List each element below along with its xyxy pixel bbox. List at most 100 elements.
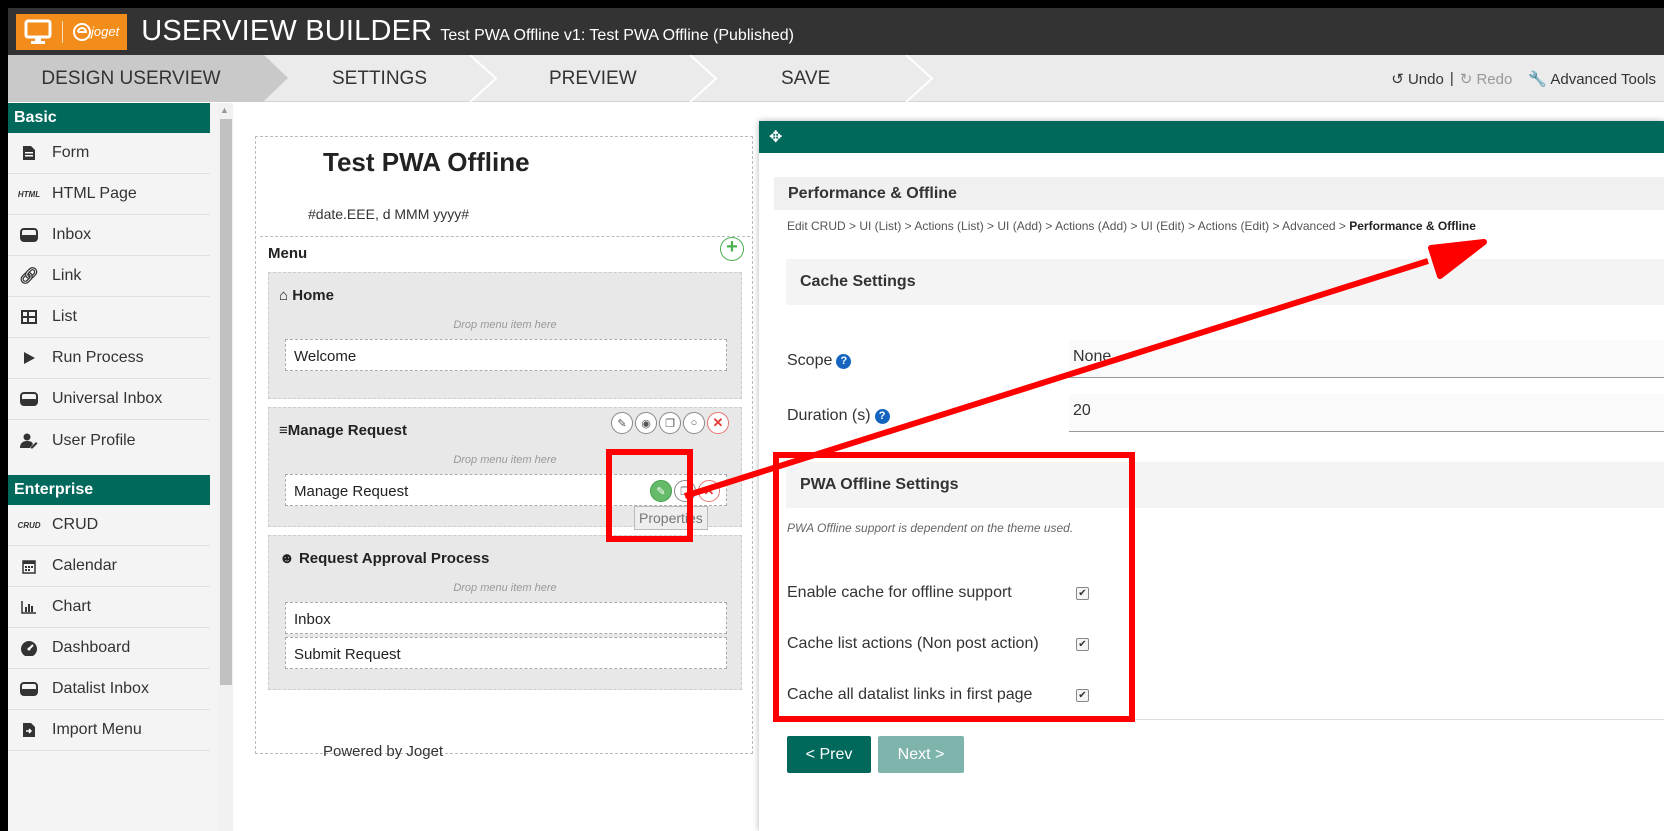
palette-item-label: Inbox bbox=[52, 226, 92, 243]
step-save[interactable]: SAVE bbox=[781, 55, 830, 102]
menu-category-request-approval[interactable]: ☻ Request Approval Process Drop menu ite… bbox=[268, 535, 742, 690]
logo[interactable]: joget bbox=[16, 13, 128, 50]
palette-item-label: Dashboard bbox=[52, 639, 131, 656]
link-icon: 🔗︎ bbox=[18, 268, 40, 285]
redo-icon: ↻ bbox=[1459, 70, 1473, 88]
palette-item-universal-inbox[interactable]: Universal Inbox bbox=[8, 379, 210, 420]
builder-tools: ↺ Undo | ↻ Redo 🔧 Advanced Tools bbox=[1391, 55, 1656, 102]
inbox-icon bbox=[16, 676, 42, 702]
add-category-button[interactable]: + bbox=[720, 237, 744, 261]
step-label: SETTINGS bbox=[332, 67, 428, 89]
comment-icon[interactable]: ○ bbox=[683, 412, 705, 434]
undo-label: Undo bbox=[1407, 70, 1444, 88]
duration-label: Duration (s)? bbox=[787, 407, 890, 425]
delete-icon[interactable]: ✕ bbox=[698, 480, 720, 502]
edit-icon[interactable]: ✎ bbox=[611, 412, 633, 434]
category-title-text: Manage Request bbox=[287, 422, 407, 439]
category-title: ≡Manage Request bbox=[279, 422, 407, 439]
step-label: PREVIEW bbox=[549, 67, 637, 89]
copy-icon[interactable]: ❐ bbox=[659, 412, 681, 434]
palette-item-label: Link bbox=[52, 267, 82, 284]
duration-input[interactable]: 20 bbox=[1069, 394, 1664, 432]
step-settings[interactable]: SETTINGS bbox=[332, 55, 427, 102]
app-header: joget USERVIEW BUILDER Test PWA Offline … bbox=[8, 8, 1664, 55]
annotation-highlight-pwa-settings bbox=[773, 452, 1135, 722]
palette-item-label: Import Menu bbox=[52, 721, 142, 738]
category-tools: ✎ ◉ ❐ ○ ✕ bbox=[611, 412, 729, 434]
menu-item[interactable]: Inbox bbox=[285, 602, 727, 634]
preview-icon[interactable]: ◉ bbox=[635, 412, 657, 434]
advanced-tools-button[interactable]: 🔧 Advanced Tools bbox=[1528, 70, 1656, 88]
joget-logo: joget bbox=[73, 22, 119, 41]
scope-label: Scope? bbox=[787, 352, 852, 370]
step-label: SAVE bbox=[781, 67, 831, 89]
delete-icon[interactable]: ✕ bbox=[707, 412, 729, 434]
palette-item-label: Calendar bbox=[52, 557, 117, 574]
drop-hint: Drop menu item here bbox=[453, 319, 557, 331]
palette-item-inbox[interactable]: Inbox bbox=[8, 215, 210, 256]
category-title-text: Home bbox=[292, 287, 334, 304]
help-icon[interactable]: ? bbox=[836, 354, 852, 369]
next-button[interactable]: Next > bbox=[878, 736, 964, 773]
palette-item-label: Universal Inbox bbox=[52, 390, 163, 407]
step-preview[interactable]: PREVIEW bbox=[549, 55, 637, 102]
wrench-icon: 🔧 bbox=[1528, 70, 1548, 88]
redo-button[interactable]: ↻ Redo bbox=[1460, 70, 1513, 88]
palette-category-enterprise: Enterprise bbox=[8, 475, 210, 505]
palette-item-user-profile[interactable]: User Profile bbox=[8, 420, 210, 461]
element-palette: Basic Form HTML HTML Page Inbox 🔗︎ Link Li… bbox=[8, 103, 233, 831]
undo-button[interactable]: ↺ Undo bbox=[1391, 70, 1444, 88]
app-title: USERVIEW BUILDER bbox=[141, 15, 433, 47]
palette-item-dashboard[interactable]: Dashboard bbox=[8, 628, 210, 669]
palette-item-html-page[interactable]: HTML HTML Page bbox=[8, 174, 210, 215]
drop-hint: Drop menu item here bbox=[453, 582, 557, 594]
move-icon[interactable]: ✥ bbox=[769, 129, 782, 146]
menu-category-home[interactable]: ⌂ Home Drop menu item here Welcome bbox=[268, 272, 742, 399]
menu-item[interactable]: Welcome bbox=[285, 339, 727, 371]
import-icon bbox=[16, 717, 42, 743]
crud-icon: CRUD bbox=[17, 520, 41, 530]
list-icon: ≡ bbox=[279, 422, 288, 439]
logo-divider bbox=[62, 20, 63, 43]
home-icon: ⌂ bbox=[279, 287, 289, 304]
category-title-text: Request Approval Process bbox=[298, 550, 490, 567]
step-separator bbox=[689, 55, 718, 102]
userview-date: #date.EEE, d MMM yyyy# bbox=[308, 206, 470, 222]
palette-item-label: List bbox=[52, 308, 77, 325]
userview-canvas: Test PWA Offline #date.EEE, d MMM yyyy# … bbox=[255, 136, 753, 760]
palette-item-datalist-inbox[interactable]: Datalist Inbox bbox=[8, 669, 210, 710]
palette-item-import-menu[interactable]: Import Menu bbox=[8, 710, 210, 751]
palette-item-link[interactable]: 🔗︎ Link bbox=[8, 256, 210, 297]
category-title: ☻ Request Approval Process bbox=[279, 550, 489, 567]
breadcrumb-path[interactable]: Edit CRUD > UI (List) > Actions (List) >… bbox=[787, 219, 1349, 233]
userview-title[interactable]: Test PWA Offline bbox=[323, 147, 530, 178]
palette-item-crud[interactable]: CRUD CRUD bbox=[8, 505, 210, 546]
monitor-icon bbox=[24, 19, 52, 44]
panel-drag-bar[interactable]: ✥ bbox=[759, 121, 1664, 153]
form-icon bbox=[16, 140, 42, 166]
palette-item-label: Chart bbox=[52, 598, 92, 615]
help-icon[interactable]: ? bbox=[874, 409, 890, 424]
prev-button[interactable]: < Prev bbox=[787, 736, 871, 773]
palette-item-list[interactable]: List bbox=[8, 297, 210, 338]
step-separator bbox=[905, 55, 934, 102]
step-design-userview[interactable]: DESIGN USERVIEW bbox=[8, 55, 288, 102]
undo-icon: ↺ bbox=[1391, 70, 1404, 88]
palette-item-chart[interactable]: Chart bbox=[8, 587, 210, 628]
joget-logo-icon bbox=[73, 22, 91, 41]
palette-category-basic: Basic bbox=[8, 103, 210, 133]
menu-item[interactable]: Submit Request bbox=[285, 637, 727, 669]
step-bar: DESIGN USERVIEW SETTINGS PREVIEW SAVE ↺ … bbox=[8, 55, 1664, 102]
calendar-icon bbox=[16, 553, 42, 579]
palette-item-label: HTML Page bbox=[52, 185, 137, 202]
step-label: DESIGN USERVIEW bbox=[41, 67, 221, 89]
scope-select[interactable]: None bbox=[1069, 340, 1664, 378]
palette-item-form[interactable]: Form bbox=[8, 133, 210, 174]
app-frame: joget USERVIEW BUILDER Test PWA Offline … bbox=[8, 8, 1664, 831]
palette-item-run-process[interactable]: Run Process bbox=[8, 338, 210, 379]
scroll-up-icon[interactable]: ▲ bbox=[220, 105, 229, 115]
palette-item-calendar[interactable]: Calendar bbox=[8, 546, 210, 587]
palette-item-label: Form bbox=[52, 144, 90, 161]
palette-scrollbar-thumb[interactable] bbox=[220, 119, 232, 685]
users-icon: ☻ bbox=[279, 550, 295, 567]
